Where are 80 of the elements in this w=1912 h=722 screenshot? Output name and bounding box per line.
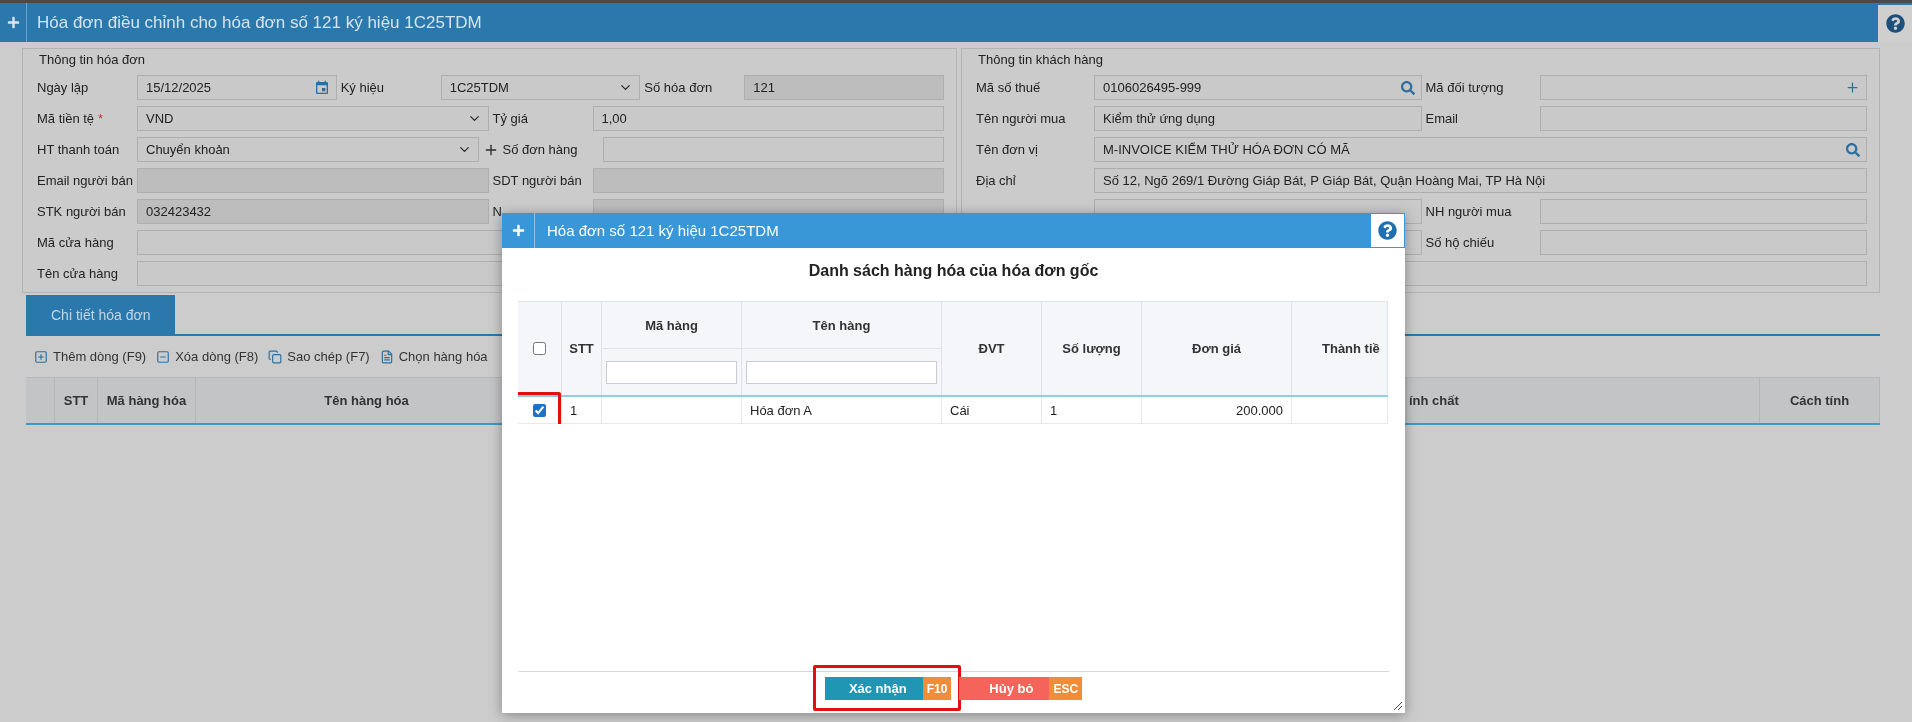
field-label: Mã tiền tệ * [37,111,105,126]
field-label: SDT người bán [492,173,583,188]
select-all-checkbox[interactable] [533,342,546,355]
table-cell: 200.000 [1236,402,1283,418]
section-title: Thông tin khách hàng [977,51,1104,69]
search-field[interactable]: 0106026495-999 [1094,75,1422,100]
table-cell: Hóa đơn A [750,402,812,418]
date-field[interactable]: 15/12/2025 [137,75,337,100]
input-field[interactable] [1539,75,1867,100]
column-header: ĐVT [977,340,1006,358]
input-field[interactable]: Số 12, Ngõ 269/1 Đường Giáp Bát, P Giáp Bát, Quận Hoàng Mai, TP Hà Nội [1094,168,1867,193]
table-cell: Cái [950,402,970,418]
toolbar-button[interactable]: Xóa dòng (F8) [156,349,259,364]
column-header: STT [55,378,98,423]
calendar-icon[interactable] [313,79,330,96]
input-field[interactable]: 1,00 [592,106,944,131]
shortcut-badge: ESC [1049,677,1083,700]
minus-square-icon [156,349,171,364]
field-label: STK người bán [37,204,127,219]
field-label: Tên cửa hàng [37,266,119,281]
field-label: Tỷ giá [492,111,529,126]
select-field[interactable]: Chuyển khoản [137,137,479,162]
field-label: Mã đối tượng [1425,80,1505,95]
document-icon [379,349,394,364]
field-label: Số đơn hàng [502,142,579,157]
select-field[interactable]: 1C25TDM [440,75,641,100]
column-header: Mã hàng [602,302,741,349]
row-checkbox[interactable] [533,403,546,417]
plus-icon[interactable] [1845,80,1860,95]
field-label: Tên người mua [976,111,1067,126]
table-cell: 1 [1050,402,1058,418]
column-header: Số lượng [1061,340,1122,358]
resize-grip-icon[interactable] [1391,699,1403,711]
help-icon[interactable] [1378,221,1397,240]
field-label: Số hóa đơn [644,80,714,95]
plus-icon[interactable] [6,16,20,29]
column-header: Tên hàng [742,302,941,349]
field-label: HT thanh toán [37,142,121,157]
column-header: STT [568,340,595,358]
field-label: Email người bán [37,173,133,188]
input-field[interactable] [1539,199,1867,224]
filter-field[interactable] [606,360,737,384]
input-field[interactable]: Kiểm thử ứng dụng [1094,106,1422,131]
search-field[interactable]: M-INVOICE KIỂM THỬ HÓA ĐƠN CÓ MÃ [1094,137,1867,162]
help-icon[interactable] [1885,14,1905,33]
field-label: Ngày lập [37,80,90,95]
toolbar-button[interactable]: Chọn hàng hóa [379,349,488,364]
shortcut-badge: F10 [922,677,952,700]
field-label: Mã số thuế [976,80,1042,95]
input-field[interactable] [602,137,944,162]
column-header: Thành tiề [1321,340,1381,358]
search-icon[interactable] [1846,142,1860,157]
field-label: Tên đơn vị [976,142,1039,157]
copy-icon [268,349,283,364]
required-mark: * [98,111,104,126]
list-heading: Danh sách hàng hóa của hóa đơn gốc [808,262,1099,280]
column-header: Mã hàng hóa [98,378,196,423]
field-label: Địa chỉ [976,173,1017,188]
input-field[interactable] [1539,230,1867,255]
filter-field[interactable] [746,360,937,384]
table-cell: 1 [570,402,578,418]
field-label: N [492,204,503,219]
field-label: Số hộ chiếu [1425,235,1496,250]
plus-square-icon [34,349,48,364]
column-header: ính chất [1407,378,1760,423]
section-title: Thông tin hóa đơn [38,51,146,69]
column-header: Cách tính [1760,378,1880,423]
input-field[interactable] [1539,106,1867,131]
field-label: NH người mua [1425,204,1513,219]
select-field[interactable]: VND [137,106,489,131]
toolbar-button[interactable]: Thêm dòng (F9) [34,349,147,364]
field-label: Mã cửa hàng [37,235,115,250]
dialog-title: Hóa đơn số 121 ký hiệu 1C25TDM [547,222,779,239]
toolbar-button[interactable]: Sao chép (F7) [268,349,370,364]
page-title: Hóa đơn điều chỉnh cho hóa đơn số 121 ký hiệu 1C25TDM [37,12,482,33]
field-label: Email [1425,111,1459,126]
plus-icon[interactable] [511,224,525,237]
search-icon[interactable] [1400,80,1415,95]
column-header: Đơn giá [1191,340,1242,358]
field-label: Ký hiệu [340,80,386,95]
